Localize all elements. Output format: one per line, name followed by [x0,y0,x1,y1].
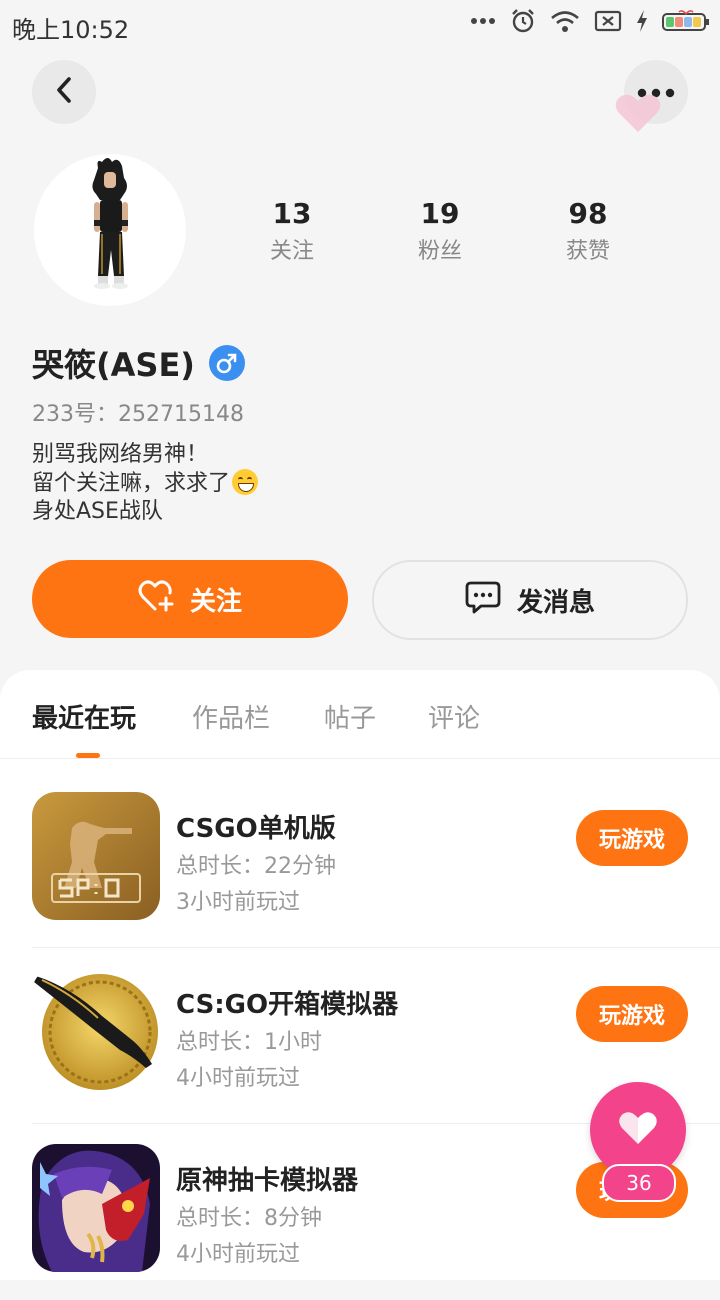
grinning-emoji-icon [232,469,259,495]
stat-following-count: 13 [272,197,312,230]
game-duration: 总时长：1小时 [176,1030,322,1055]
csgo-case-simulator-icon [32,968,160,1096]
game-name: 原神抽卡模拟器 [176,1166,359,1196]
status-time: 晚上10:52 [12,16,130,44]
bio-line-2-text: 留个关注嘛，求求了 [32,471,231,496]
stat-fans[interactable]: 19 粉丝 [380,196,500,272]
username-row: 哭筱(ASE) [32,340,245,386]
stat-following[interactable]: 13 关注 [232,196,352,272]
follow-label: 关注 [189,586,242,617]
stat-likes[interactable]: 98 获赞 [528,196,648,272]
bio-line-2: 留个关注嘛，求求了 [32,469,259,498]
sim-x-icon [594,9,622,33]
stat-fans-count: 19 [420,197,460,230]
csgo-game-icon [32,792,160,920]
chevron-left-icon [53,75,75,109]
bio-line-1: 别骂我网络男神！ [32,442,209,467]
status-icons [470,8,710,34]
back-button[interactable] [32,60,96,124]
battery-icon [662,9,710,33]
game-duration: 总时长：22分钟 [176,854,336,879]
heart-plus-icon [138,579,176,620]
active-tab-indicator [76,753,100,758]
game-last-played: 4小时前玩过 [176,1242,300,1267]
game-duration: 总时长：8分钟 [176,1206,322,1231]
game-last-played: 4小时前玩过 [176,1066,300,1091]
bio-line-3: 身处ASE战队 [32,499,163,524]
stat-fans-label: 粉丝 [417,239,462,264]
status-bar: 晚上10:52 [0,0,720,50]
stat-likes-label: 获赞 [565,239,610,264]
genshin-gacha-simulator-icon [32,1144,160,1272]
heart-icon [618,1110,658,1150]
game-list-item[interactable]: CSGO单机版 总时长：22分钟 3小时前玩过 玩游戏 [0,772,720,948]
tab-comments[interactable]: 评论 [428,698,480,735]
stat-likes-count: 98 [568,197,608,230]
play-game-button[interactable]: 玩游戏 [576,986,688,1042]
floating-heart-icon [614,92,662,138]
tab-works[interactable]: 作品栏 [192,698,270,735]
game-last-played: 3小时前玩过 [176,890,300,915]
avatar[interactable] [34,154,186,306]
alarm-icon [510,8,536,34]
more-dots-icon [470,16,496,26]
user-id: 233号：252715148 [32,402,244,427]
wifi-icon [550,9,580,33]
male-gender-icon [208,345,245,381]
play-game-button[interactable]: 玩游戏 [576,810,688,866]
stat-following-label: 关注 [269,239,314,264]
tab-bar: 最近在玩 作品栏 帖子 评论 [0,670,720,759]
charging-icon [636,9,648,33]
send-message-label: 发消息 [516,587,595,618]
tab-posts[interactable]: 帖子 [324,698,376,735]
send-message-button[interactable]: 发消息 [372,560,688,640]
like-count-badge: 36 [602,1164,676,1202]
chat-bubble-icon [465,580,501,621]
game-name: CS:GO开箱模拟器 [176,990,399,1020]
game-name: CSGO单机版 [176,814,336,844]
bio: 别骂我网络男神！ 留个关注嘛，求求了 身处ASE战队 [32,441,259,526]
tab-recently-played[interactable]: 最近在玩 [32,698,136,735]
avatar-figure [92,158,128,289]
follow-button[interactable]: 关注 [32,560,348,638]
username: 哭筱(ASE) [32,346,195,384]
